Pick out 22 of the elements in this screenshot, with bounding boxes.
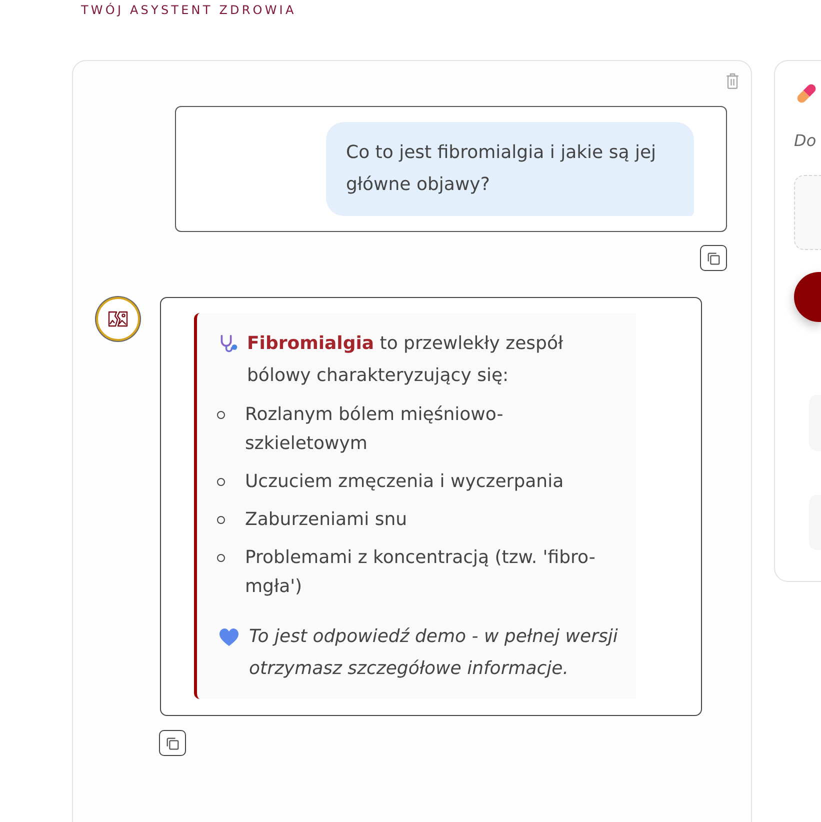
bullet-icon: [217, 554, 225, 562]
list-item-text: Rozlanym bólem mięśniowo-szkieletowym: [245, 403, 504, 456]
bullet-icon: [217, 411, 225, 419]
list-item-text: Zaburzeniami snu: [245, 508, 408, 532]
broken-image-icon: [108, 311, 128, 327]
demo-note: To jest odpowiedź demo - w pełnej wersji otrzymasz szczegółowe informacje.: [249, 625, 619, 681]
bullet-icon: [217, 478, 225, 486]
copy-icon: [706, 250, 721, 266]
user-message: Co to jest fibromialgia i jakie są jej główne objawy?: [326, 122, 694, 216]
list-item-text: Problemami z koncentracją (tzw. 'fibro-mgła'): [245, 546, 596, 599]
panel-caption: Do: [794, 131, 816, 151]
stethoscope-icon: [219, 334, 239, 354]
copy-button[interactable]: [159, 730, 186, 756]
heart-icon: [219, 628, 239, 646]
bullet-icon: [217, 516, 225, 524]
pill-icon: [797, 84, 816, 103]
copy-icon: [165, 736, 180, 750]
round-button[interactable]: [794, 272, 821, 322]
list-item-text: Uczuciem zmęczenia i wyczerpania: [245, 470, 564, 494]
intro-text: Fibromialgia to przewlekły zespół bólowy charakteryzujący się:: [247, 332, 564, 388]
copy-button[interactable]: [700, 245, 727, 271]
app-tagline: TWÓJ ASYSTENT ZDROWIA: [81, 3, 296, 17]
